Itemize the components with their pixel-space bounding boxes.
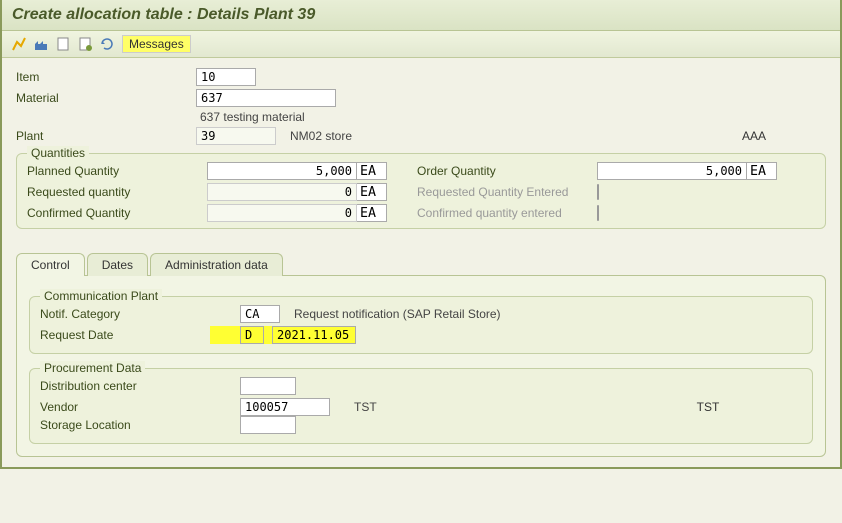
page-title: Create allocation table : Details Plant … — [12, 6, 830, 24]
planned-qty-unit[interactable] — [357, 162, 387, 180]
tab-control[interactable]: Control — [16, 253, 85, 276]
order-qty-field[interactable] — [597, 162, 747, 180]
order-qty-unit[interactable] — [747, 162, 777, 180]
communication-plant-legend: Communication Plant — [40, 289, 162, 303]
distribution-center-field[interactable] — [240, 377, 296, 395]
communication-plant-group: Communication Plant Notif. Category Requ… — [29, 296, 813, 354]
confirmed-qty-label: Confirmed Quantity — [27, 206, 207, 220]
plant-label: Plant — [16, 129, 196, 143]
requested-qty-field — [207, 183, 357, 201]
document-new-icon[interactable] — [76, 35, 94, 53]
item-label: Item — [16, 70, 196, 84]
storage-location-field[interactable] — [240, 416, 296, 434]
notif-category-description: Request notification (SAP Retail Store) — [294, 307, 501, 321]
plant-field — [196, 127, 276, 145]
quantities-legend: Quantities — [27, 146, 89, 160]
vendor-label: Vendor — [40, 400, 240, 414]
conf-entered-label: Confirmed quantity entered — [417, 206, 597, 220]
notif-category-field[interactable] — [240, 305, 280, 323]
plant-extra: AAA — [742, 129, 766, 143]
confirmed-qty-field — [207, 204, 357, 222]
document-icon[interactable] — [54, 35, 72, 53]
notif-category-label: Notif. Category — [40, 307, 240, 321]
quantities-group: Quantities Planned Quantity Order Quanti… — [16, 153, 826, 229]
plant-description: NM02 store — [290, 129, 352, 143]
titlebar: Create allocation table : Details Plant … — [2, 0, 840, 31]
tab-administration-data[interactable]: Administration data — [150, 253, 283, 276]
request-date-label: Request Date — [40, 328, 210, 342]
requested-qty-label: Requested quantity — [27, 185, 207, 199]
request-date-field[interactable] — [272, 326, 356, 344]
vendor-description-2: TST — [697, 400, 720, 414]
material-label: Material — [16, 91, 196, 105]
item-field[interactable] — [196, 68, 256, 86]
confirmed-qty-unit — [357, 204, 387, 222]
vendor-description: TST — [354, 400, 377, 414]
material-description: 637 testing material — [200, 110, 305, 124]
chart-icon[interactable] — [10, 35, 28, 53]
order-qty-label: Order Quantity — [417, 164, 597, 178]
tab-panel-control: Communication Plant Notif. Category Requ… — [16, 275, 826, 457]
toolbar: Messages — [2, 31, 840, 58]
planned-qty-label: Planned Quantity — [27, 164, 207, 178]
highlight-left — [210, 326, 240, 344]
vendor-field[interactable] — [240, 398, 330, 416]
req-entered-label: Requested Quantity Entered — [417, 185, 597, 199]
messages-button[interactable]: Messages — [122, 35, 191, 53]
requested-qty-unit — [357, 183, 387, 201]
conf-entered-checkbox — [597, 205, 599, 221]
request-date-code-field[interactable] — [240, 326, 264, 344]
storage-location-label: Storage Location — [40, 418, 240, 432]
req-entered-checkbox — [597, 184, 599, 200]
procurement-data-legend: Procurement Data — [40, 361, 145, 375]
procurement-data-group: Procurement Data Distribution center Ven… — [29, 368, 813, 444]
distribution-center-label: Distribution center — [40, 379, 240, 393]
planned-qty-field[interactable] — [207, 162, 357, 180]
tab-dates[interactable]: Dates — [87, 253, 148, 276]
factory-icon[interactable] — [32, 35, 50, 53]
material-field[interactable] — [196, 89, 336, 107]
tab-strip: Control Dates Administration data — [16, 253, 826, 276]
refresh-icon[interactable] — [98, 35, 116, 53]
